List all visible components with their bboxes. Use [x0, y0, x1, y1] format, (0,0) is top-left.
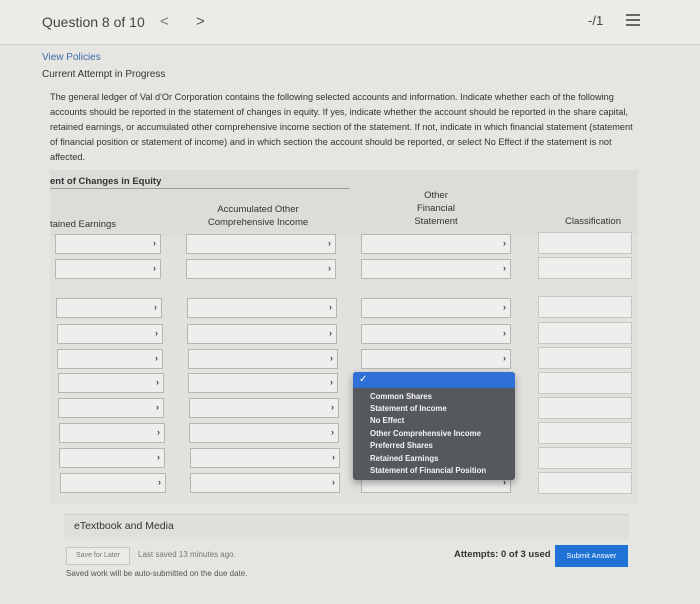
chevron-down-icon: › [153, 238, 156, 248]
chevron-down-icon: › [157, 452, 160, 462]
chevron-down-icon: › [330, 377, 333, 387]
chevron-down-icon: › [503, 238, 506, 248]
column-header-aoci: Accumulated Other Comprehensive Income [198, 203, 318, 229]
etextbook-link[interactable]: eTextbook and Media [74, 520, 174, 532]
chevron-down-icon: › [331, 402, 334, 412]
submit-answer-button[interactable]: Submit Answer [555, 545, 628, 567]
dropdown-option[interactable]: Preferred Shares [370, 441, 433, 450]
previous-question-button[interactable]: < [160, 13, 169, 30]
classification-field[interactable] [538, 397, 632, 419]
column-header-ofs-line1: Other [424, 190, 448, 201]
dropdown-option[interactable]: Common Shares [370, 392, 432, 401]
chevron-down-icon: › [330, 353, 333, 363]
chevron-down-icon: › [503, 302, 506, 312]
chevron-down-icon: › [328, 263, 331, 273]
classification-field[interactable] [538, 322, 632, 344]
chevron-down-icon: › [156, 377, 159, 387]
dropdown-option[interactable]: Statement of Financial Position [370, 466, 486, 475]
other-statement-select[interactable]: › [361, 259, 511, 279]
chevron-down-icon: › [156, 402, 159, 412]
aoci-select[interactable]: › [186, 259, 336, 279]
view-policies-link[interactable]: View Policies [42, 52, 101, 63]
aoci-select[interactable]: › [190, 448, 340, 468]
retained-earnings-select[interactable]: › [55, 259, 161, 279]
aoci-select[interactable]: › [188, 349, 338, 369]
next-question-button[interactable]: > [196, 13, 205, 30]
chevron-down-icon: › [154, 302, 157, 312]
column-header-classification: Classification [565, 216, 621, 227]
retained-earnings-select[interactable]: › [59, 423, 165, 443]
aoci-select[interactable]: › [188, 373, 338, 393]
classification-field[interactable] [538, 257, 632, 279]
aoci-select[interactable]: › [189, 398, 339, 418]
classification-field[interactable] [538, 472, 632, 494]
score-display: -/1 [588, 13, 604, 28]
chevron-down-icon: › [332, 452, 335, 462]
chevron-down-icon: › [503, 328, 506, 338]
other-statement-select[interactable]: › [361, 298, 511, 318]
classification-field[interactable] [538, 447, 632, 469]
checkmark-icon: ✓ [359, 374, 368, 385]
chevron-down-icon: › [331, 427, 334, 437]
retained-earnings-select[interactable]: › [60, 473, 166, 493]
aoci-select[interactable]: › [186, 234, 336, 254]
statement-dropdown-menu: ✓ Common Shares Statement of Income No E… [353, 372, 515, 480]
dropdown-option[interactable]: Other Comprehensive Income [370, 429, 481, 438]
last-saved-text: Last saved 13 minutes ago. [138, 550, 236, 559]
table-title-underline [50, 188, 350, 189]
retained-earnings-select[interactable]: › [57, 349, 163, 369]
chevron-down-icon: › [332, 477, 335, 487]
dropdown-option[interactable]: Retained Earnings [370, 454, 438, 463]
chevron-down-icon: › [329, 302, 332, 312]
classification-field[interactable] [538, 232, 632, 254]
classification-field[interactable] [538, 347, 632, 369]
column-header-aoci-line2: Comprehensive Income [207, 217, 309, 228]
retained-earnings-select[interactable]: › [57, 324, 163, 344]
auto-submit-note: Saved work will be auto-submitted on the… [66, 569, 248, 578]
aoci-select[interactable]: › [187, 298, 337, 318]
column-header-retained-earnings: tained Earnings [50, 219, 117, 230]
question-prompt: The general ledger of Val d'Or Corporati… [50, 92, 633, 162]
dropdown-option[interactable]: Statement of Income [370, 404, 447, 413]
column-header-ofs-line2: Financial [416, 203, 456, 214]
retained-earnings-select[interactable]: › [55, 234, 161, 254]
other-statement-select[interactable]: › [361, 234, 511, 254]
dropdown-option[interactable]: No Effect [370, 416, 404, 425]
other-statement-select[interactable]: › [361, 349, 511, 369]
dropdown-option-blank-selected[interactable]: ✓ [353, 372, 515, 388]
chevron-down-icon: › [155, 353, 158, 363]
attempt-status: Current Attempt in Progress [42, 69, 166, 80]
column-header-ofs-line3: Statement [414, 216, 458, 227]
chevron-down-icon: › [329, 328, 332, 338]
chevron-down-icon: › [157, 427, 160, 437]
top-bar: Question 8 of 10 < > -/1 [0, 0, 700, 45]
chevron-down-icon: › [328, 238, 331, 248]
table-title: ent of Changes in Equity [50, 176, 162, 187]
aoci-select[interactable]: › [190, 473, 340, 493]
chevron-down-icon: › [503, 353, 506, 363]
retained-earnings-select[interactable]: › [56, 298, 162, 318]
aoci-select[interactable]: › [189, 423, 339, 443]
chevron-down-icon: › [503, 263, 506, 273]
classification-field[interactable] [538, 422, 632, 444]
retained-earnings-select[interactable]: › [58, 398, 164, 418]
chevron-down-icon: › [158, 477, 161, 487]
other-statement-select[interactable]: › [361, 324, 511, 344]
column-header-other-financial-statement: Other Financial Statement [396, 189, 476, 228]
attempts-counter: Attempts: 0 of 3 used [454, 549, 551, 560]
retained-earnings-select[interactable]: › [58, 373, 164, 393]
column-header-aoci-line1: Accumulated Other [217, 204, 299, 215]
chevron-down-icon: › [153, 263, 156, 273]
retained-earnings-select[interactable]: › [59, 448, 165, 468]
question-counter: Question 8 of 10 [42, 14, 145, 30]
aoci-select[interactable]: › [187, 324, 337, 344]
question-list-icon[interactable] [626, 14, 640, 26]
save-for-later-button[interactable]: Save for Later [66, 547, 130, 565]
chevron-down-icon: › [155, 328, 158, 338]
classification-field[interactable] [538, 372, 632, 394]
classification-field[interactable] [538, 296, 632, 318]
